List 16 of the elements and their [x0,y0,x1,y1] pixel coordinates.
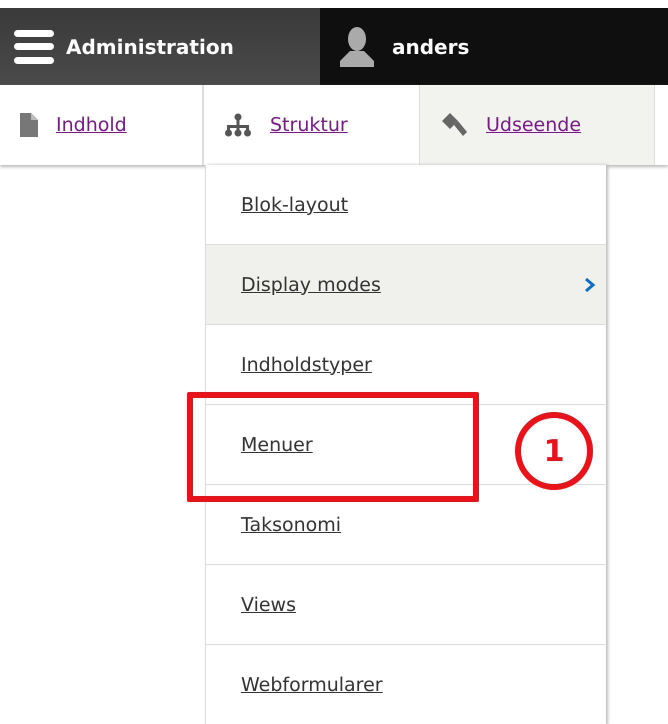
menu-item[interactable]: Display modes [206,245,606,325]
toolbar-tab[interactable]: Udseende [420,85,655,165]
document-icon [20,113,38,137]
menu-item[interactable]: Views [206,565,606,645]
menu-icon [14,30,54,64]
menu-item[interactable]: Webformularer [206,645,606,724]
administration-menu-button[interactable]: Administration [0,8,320,85]
paint-brush-icon [440,111,468,139]
menu-item[interactable]: Taksonomi [206,485,606,565]
toolbar-tab[interactable]: Indhold [0,85,203,165]
user-icon [338,26,376,66]
toolbar-tab[interactable]: Struktur [203,85,420,165]
user-menu-button[interactable]: anders [320,8,476,85]
menu-item[interactable]: Indholdstyper [206,325,606,405]
hierarchy-icon [224,113,252,137]
menu-item[interactable]: Blok-layout [206,165,606,245]
